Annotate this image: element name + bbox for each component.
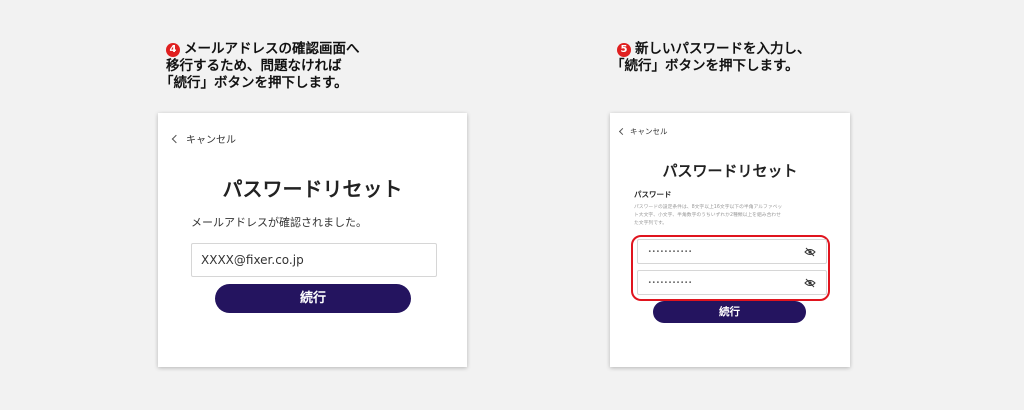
step4-line-3: 「続行」ボタンを押下します。: [160, 75, 348, 91]
step5-line-1: 5 新しいパスワードを入力し、: [617, 41, 811, 58]
cancel-link[interactable]: キャンセル: [618, 126, 668, 137]
password-requirements: パスワードの設定条件は、8文字以上16文字以下の半角アルファベッ ト大文字、小文…: [634, 204, 839, 228]
cancel-label: キャンセル: [186, 135, 236, 146]
requirements-line-1: パスワードの設定条件は、8文字以上16文字以下の半角アルファベッ: [634, 205, 783, 210]
password-mask: •••••••••••: [648, 248, 693, 255]
step5-number-badge: 5: [617, 43, 631, 57]
page-title: パスワードリセット: [662, 162, 798, 180]
continue-button[interactable]: 続行: [653, 301, 806, 323]
email-value: XXXX@fixer.co.jp: [201, 253, 304, 267]
email-confirm-screen: キャンセル パスワードリセット メールアドレスが確認されました。 XXXX@fi…: [158, 113, 467, 367]
confirm-password-field[interactable]: •••••••••••: [637, 270, 827, 295]
requirements-line-3: た文字列です。: [634, 221, 668, 226]
step5-instruction: 5 新しいパスワードを入力し、 「続行」ボタンを押下します。: [611, 41, 811, 75]
step4-number-badge: 4: [166, 43, 180, 57]
confirm-password-mask: •••••••••••: [648, 279, 693, 286]
requirements-line-2: ト大文字、小文字、半角数字のうちいずれか2種類以上を組み合わせ: [634, 213, 781, 218]
step4-instruction: 4 メールアドレスの確認画面へ 移行するため、問題なければ 「続行」ボタンを押下し…: [160, 41, 360, 92]
eye-off-icon[interactable]: [804, 278, 816, 287]
password-label: パスワード: [634, 190, 672, 199]
chevron-left-icon: [618, 127, 627, 136]
password-reset-screen: キャンセル パスワードリセット パスワード パスワードの設定条件は、8文字以上1…: [610, 113, 850, 367]
step4-line-1: 4 メールアドレスの確認画面へ: [166, 41, 360, 58]
continue-label: 続行: [719, 306, 740, 318]
eye-off-icon[interactable]: [804, 247, 816, 256]
page-title: パスワードリセット: [222, 177, 403, 201]
continue-label: 続行: [299, 291, 326, 306]
new-password-field[interactable]: •••••••••••: [637, 239, 827, 264]
email-field[interactable]: XXXX@fixer.co.jp: [191, 243, 437, 277]
continue-button[interactable]: 続行: [215, 284, 411, 313]
chevron-left-icon: [171, 134, 181, 143]
confirmation-message: メールアドレスが確認されました。: [191, 216, 367, 229]
step5-line-2: 「続行」ボタンを押下します。: [611, 58, 799, 74]
step4-line-2: 移行するため、問題なければ: [166, 58, 342, 74]
cancel-link[interactable]: キャンセル: [171, 131, 236, 146]
cancel-label: キャンセル: [630, 127, 668, 136]
